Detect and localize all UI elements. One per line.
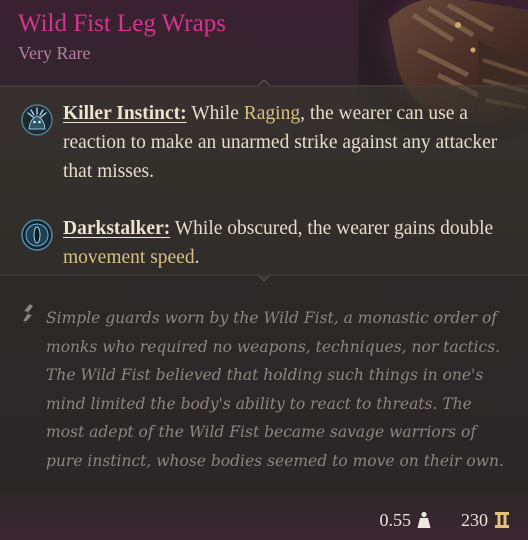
gold-coin-icon	[495, 512, 509, 528]
weight-icon	[417, 511, 431, 528]
passive-killer-instinct[interactable]: Killer Instinct: While Raging, the weare…	[20, 99, 510, 219]
passive-description: Killer Instinct: While Raging, the weare…	[63, 99, 510, 186]
item-weight: 0.55	[379, 509, 412, 530]
section-divider	[0, 274, 528, 282]
item-title: Wild Fist Leg Wraps	[18, 10, 226, 37]
passive-text: .	[194, 247, 200, 268]
passive-description: Darkstalker: While obscured, the wearer …	[63, 214, 510, 272]
item-value: 230	[461, 509, 488, 530]
item-footer: 0.55 230	[380, 508, 511, 532]
darkstalker-eye-icon	[21, 219, 53, 251]
item-lore: Simple guards worn by the Wild Fist, a m…	[46, 309, 504, 470]
passive-text: While obscured, the wearer gains double	[170, 218, 494, 239]
keyword-movement-speed[interactable]: movement speed	[63, 247, 195, 268]
quill-icon	[22, 304, 33, 326]
item-tooltip: Wild Fist Leg Wraps Very Rare Killer Ins…	[0, 0, 528, 540]
killer-instinct-icon	[21, 104, 53, 136]
passive-text: While	[186, 103, 244, 124]
passive-name: Darkstalker:	[63, 218, 171, 239]
item-rarity: Very Rare	[18, 43, 91, 63]
passive-darkstalker[interactable]: Darkstalker: While obscured, the wearer …	[20, 214, 510, 274]
passives-panel: Killer Instinct: While Raging, the weare…	[0, 85, 528, 275]
keyword-raging[interactable]: Raging	[244, 103, 300, 124]
passive-name: Killer Instinct:	[63, 103, 187, 124]
tooltip-header: Wild Fist Leg Wraps Very Rare	[0, 0, 528, 140]
